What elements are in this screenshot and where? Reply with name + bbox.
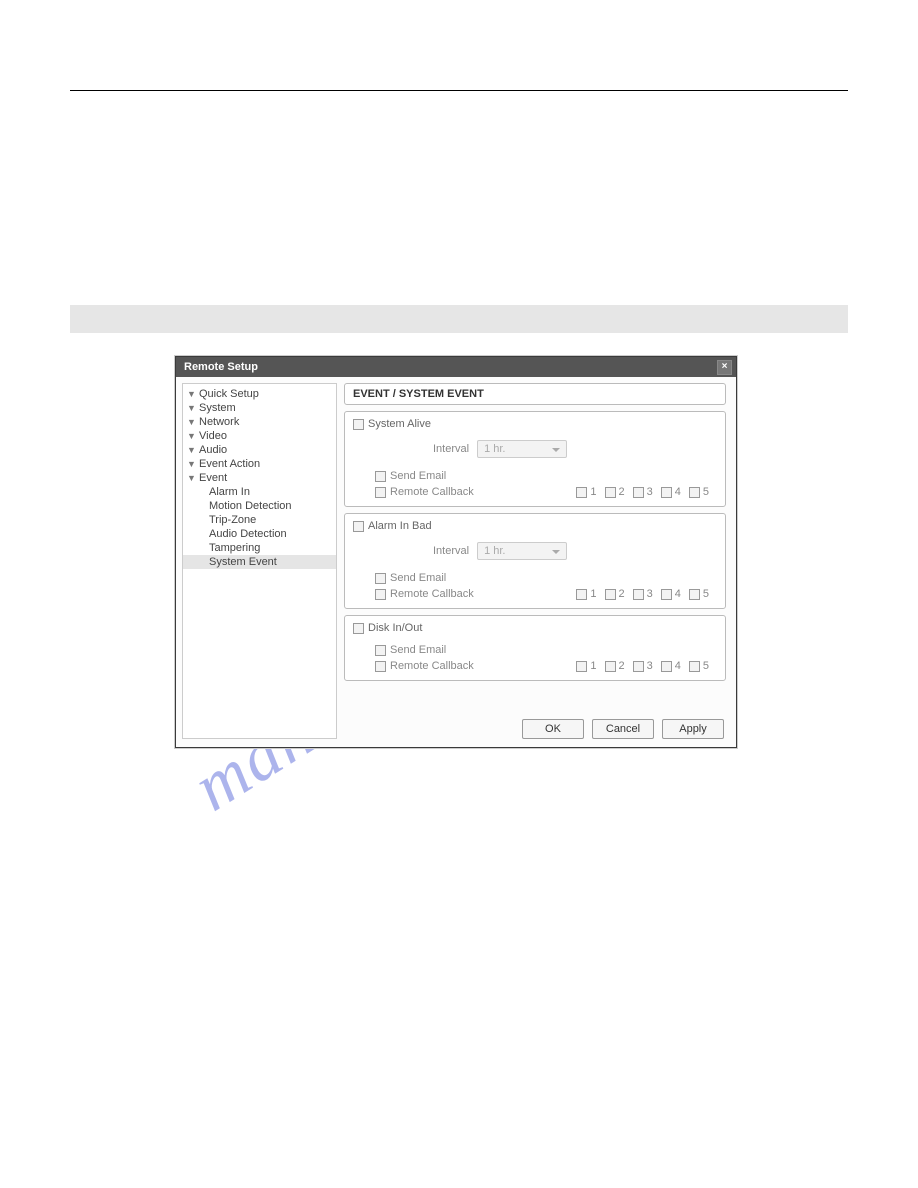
group-disk-in-out: Disk In/Out Send Email Remote Callback 1…	[344, 615, 726, 681]
remote-callback-checkbox[interactable]	[375, 661, 386, 672]
tree-motion-detection[interactable]: Motion Detection	[183, 499, 336, 513]
cb-3-checkbox[interactable]	[633, 661, 644, 672]
cb-3-checkbox[interactable]	[633, 589, 644, 600]
send-email-checkbox[interactable]	[375, 645, 386, 656]
send-email-label: Send Email	[390, 572, 446, 584]
cb-1-checkbox[interactable]	[576, 589, 587, 600]
cb-2-checkbox[interactable]	[605, 487, 616, 498]
remote-callback-label: Remote Callback	[390, 660, 474, 672]
cb-1-label: 1	[590, 660, 596, 672]
cb-1-checkbox[interactable]	[576, 661, 587, 672]
send-email-checkbox[interactable]	[375, 573, 386, 584]
cb-2-label: 2	[619, 486, 625, 498]
cancel-button[interactable]: Cancel	[592, 719, 654, 739]
cb-5-checkbox[interactable]	[689, 487, 700, 498]
tree-quick-setup[interactable]: ▼Quick Setup	[183, 387, 336, 401]
remote-setup-window: Remote Setup × ▼Quick Setup ▼System ▼Net…	[175, 356, 737, 748]
tree-label: Event Action	[199, 458, 260, 470]
group-system-alive: System Alive Interval 1 hr. Send Email R…	[344, 411, 726, 507]
tree-label: System	[199, 402, 236, 414]
cb-2-label: 2	[619, 588, 625, 600]
titlebar: Remote Setup ×	[176, 357, 736, 377]
group-alarm-in-bad: Alarm In Bad Interval 1 hr. Send Email R…	[344, 513, 726, 609]
dialog-buttons: OK Cancel Apply	[344, 713, 726, 741]
cb-4-label: 4	[675, 660, 681, 672]
close-icon[interactable]: ×	[717, 360, 732, 375]
breadcrumb: EVENT / SYSTEM EVENT	[344, 383, 726, 405]
cb-1-label: 1	[590, 486, 596, 498]
cb-3-label: 3	[647, 588, 653, 600]
tree-video[interactable]: ▼Video	[183, 429, 336, 443]
cb-3-checkbox[interactable]	[633, 487, 644, 498]
window-title: Remote Setup	[184, 361, 258, 373]
cb-2-checkbox[interactable]	[605, 589, 616, 600]
interval-select[interactable]: 1 hr.	[477, 542, 567, 560]
callback-numbers: 1 2 3 4 5	[576, 486, 717, 498]
tree-network[interactable]: ▼Network	[183, 415, 336, 429]
cb-4-label: 4	[675, 588, 681, 600]
apply-button[interactable]: Apply	[662, 719, 724, 739]
section-band	[70, 305, 848, 333]
tree-label: Network	[199, 416, 239, 428]
ok-button[interactable]: OK	[522, 719, 584, 739]
tree-trip-zone[interactable]: Trip-Zone	[183, 513, 336, 527]
disk-in-out-label: Disk In/Out	[368, 622, 422, 634]
cb-5-checkbox[interactable]	[689, 661, 700, 672]
interval-label: Interval	[433, 545, 469, 557]
callback-numbers: 1 2 3 4 5	[576, 588, 717, 600]
system-alive-label: System Alive	[368, 418, 431, 430]
remote-callback-checkbox[interactable]	[375, 487, 386, 498]
cb-4-checkbox[interactable]	[661, 661, 672, 672]
cb-4-checkbox[interactable]	[661, 589, 672, 600]
cb-4-label: 4	[675, 486, 681, 498]
remote-callback-checkbox[interactable]	[375, 589, 386, 600]
page-rule	[70, 90, 848, 91]
cb-2-checkbox[interactable]	[605, 661, 616, 672]
cb-5-label: 5	[703, 660, 709, 672]
cb-5-label: 5	[703, 486, 709, 498]
tree-label: Event	[199, 472, 227, 484]
cb-4-checkbox[interactable]	[661, 487, 672, 498]
send-email-checkbox[interactable]	[375, 471, 386, 482]
tree-label: Quick Setup	[199, 388, 259, 400]
tree-label: Audio	[199, 444, 227, 456]
alarm-in-bad-label: Alarm In Bad	[368, 520, 432, 532]
tree-audio[interactable]: ▼Audio	[183, 443, 336, 457]
cb-5-checkbox[interactable]	[689, 589, 700, 600]
cb-3-label: 3	[647, 660, 653, 672]
tree-audio-detection[interactable]: Audio Detection	[183, 527, 336, 541]
interval-select[interactable]: 1 hr.	[477, 440, 567, 458]
cb-5-label: 5	[703, 588, 709, 600]
tree-event-action[interactable]: ▼Event Action	[183, 457, 336, 471]
interval-label: Interval	[433, 443, 469, 455]
tree-system[interactable]: ▼System	[183, 401, 336, 415]
cb-2-label: 2	[619, 660, 625, 672]
cb-1-label: 1	[590, 588, 596, 600]
system-alive-checkbox[interactable]	[353, 419, 364, 430]
tree-alarm-in[interactable]: Alarm In	[183, 485, 336, 499]
send-email-label: Send Email	[390, 644, 446, 656]
callback-numbers: 1 2 3 4 5	[576, 660, 717, 672]
remote-callback-label: Remote Callback	[390, 588, 474, 600]
remote-callback-label: Remote Callback	[390, 486, 474, 498]
alarm-in-bad-checkbox[interactable]	[353, 521, 364, 532]
nav-tree: ▼Quick Setup ▼System ▼Network ▼Video ▼Au…	[182, 383, 337, 739]
tree-label: Video	[199, 430, 227, 442]
tree-tampering[interactable]: Tampering	[183, 541, 336, 555]
main-panel: EVENT / SYSTEM EVENT System Alive Interv…	[340, 377, 736, 747]
tree-system-event[interactable]: System Event	[183, 555, 336, 569]
disk-in-out-checkbox[interactable]	[353, 623, 364, 634]
cb-1-checkbox[interactable]	[576, 487, 587, 498]
cb-3-label: 3	[647, 486, 653, 498]
send-email-label: Send Email	[390, 470, 446, 482]
tree-event[interactable]: ▼Event	[183, 471, 336, 485]
